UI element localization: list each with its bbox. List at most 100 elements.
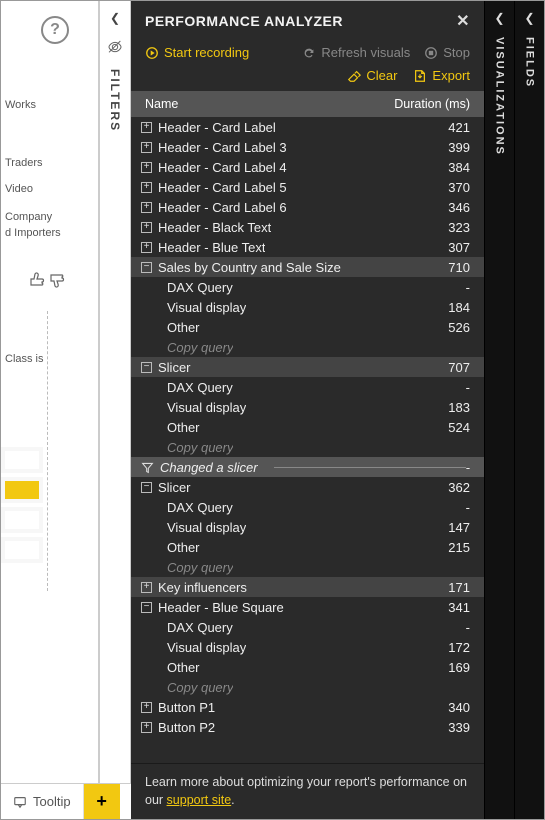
row-name: Header - Card Label 3 — [158, 140, 287, 155]
row-duration: 370 — [448, 180, 470, 195]
table-row[interactable]: DAX Query- — [131, 377, 484, 397]
chevron-left-icon[interactable]: ❮ — [524, 11, 534, 25]
row-name: Visual display — [167, 400, 246, 415]
table-row[interactable]: +Button P2339 — [131, 717, 484, 737]
table-row[interactable]: Other524 — [131, 417, 484, 437]
fields-pane[interactable]: ❮ FIELDS — [514, 1, 544, 819]
results-list[interactable]: +Header - Card Label421+Header - Card La… — [131, 117, 484, 763]
table-row[interactable]: +Key influencers171 — [131, 577, 484, 597]
row-duration: 340 — [448, 700, 470, 715]
thumbnail — [5, 481, 39, 499]
filter-icon — [141, 461, 154, 474]
visualizations-pane[interactable]: ❮ VISUALIZATIONS — [484, 1, 514, 819]
table-row[interactable]: Visual display183 — [131, 397, 484, 417]
expand-icon[interactable]: + — [141, 162, 152, 173]
close-icon[interactable]: ✕ — [456, 11, 470, 31]
export-button[interactable]: Export — [413, 68, 470, 83]
canvas-label: Video — [5, 183, 33, 195]
expand-icon[interactable]: + — [141, 722, 152, 733]
row-duration: 384 — [448, 160, 470, 175]
canvas-label: Class is — [5, 353, 44, 365]
add-page-button[interactable]: + — [84, 784, 120, 819]
expand-icon[interactable]: + — [141, 222, 152, 233]
eye-icon — [107, 39, 123, 55]
expand-icon[interactable]: + — [141, 242, 152, 253]
thumbs-icons[interactable] — [27, 271, 67, 289]
col-name: Name — [145, 97, 178, 111]
row-name: DAX Query — [167, 620, 233, 635]
table-row[interactable]: Other169 — [131, 657, 484, 677]
table-row[interactable]: +Header - Black Text323 — [131, 217, 484, 237]
refresh-visuals-button[interactable]: Refresh visuals — [302, 45, 410, 60]
table-row[interactable]: Copy query — [131, 337, 484, 357]
row-duration: 147 — [448, 520, 470, 535]
table-row[interactable]: Other215 — [131, 537, 484, 557]
table-row[interactable]: DAX Query- — [131, 617, 484, 637]
table-row[interactable]: DAX Query- — [131, 277, 484, 297]
collapse-icon[interactable]: − — [141, 362, 152, 373]
record-icon — [145, 46, 159, 60]
table-row[interactable]: + Header - Card Label 4 384 — [131, 157, 484, 177]
expand-icon[interactable]: + — [141, 582, 152, 593]
row-name: Copy query — [167, 560, 233, 575]
stop-button[interactable]: Stop — [424, 45, 470, 60]
row-duration: 399 — [448, 140, 470, 155]
table-row[interactable]: +Button P1340 — [131, 697, 484, 717]
table-row[interactable]: +Header - Card Label 5370 — [131, 177, 484, 197]
table-row[interactable]: Visual display 147 — [131, 517, 484, 537]
row-duration: 710 — [448, 260, 470, 275]
table-row[interactable]: +Header - Card Label421 — [131, 117, 484, 137]
expand-icon[interactable]: + — [141, 202, 152, 213]
row-duration: 346 — [448, 200, 470, 215]
row-duration: - — [466, 500, 470, 515]
stop-icon — [424, 46, 438, 60]
table-row[interactable]: −Slicer707 — [131, 357, 484, 377]
row-duration: - — [466, 460, 470, 475]
row-name: Visual display — [167, 300, 246, 315]
table-row[interactable]: DAX Query - — [131, 497, 484, 517]
row-duration: 184 — [448, 300, 470, 315]
refresh-icon — [302, 46, 316, 60]
table-row[interactable]: Changed a slicer- — [131, 457, 484, 477]
clear-button[interactable]: Clear — [347, 68, 397, 83]
support-link[interactable]: support site — [167, 793, 232, 807]
row-duration: - — [466, 380, 470, 395]
collapse-icon[interactable]: − — [141, 482, 152, 493]
table-row[interactable]: Other526 — [131, 317, 484, 337]
expand-icon[interactable]: + — [141, 702, 152, 713]
row-name: Visual display — [167, 520, 246, 535]
expand-icon[interactable]: + — [141, 122, 152, 133]
row-duration: - — [466, 280, 470, 295]
table-row[interactable]: +Header - Blue Text307 — [131, 237, 484, 257]
table-header: Name Duration (ms) — [131, 91, 484, 117]
table-row[interactable]: Copy query — [131, 437, 484, 457]
row-name: Header - Black Text — [158, 220, 271, 235]
filters-pane[interactable]: ❮ FILTERS — [99, 1, 131, 819]
thumbnail — [5, 451, 39, 469]
row-name: Other — [167, 420, 200, 435]
table-row[interactable]: −Sales by Country and Sale Size710 — [131, 257, 484, 277]
collapse-icon[interactable]: − — [141, 262, 152, 273]
row-duration: 339 — [448, 720, 470, 735]
expand-icon[interactable]: + — [141, 182, 152, 193]
table-row[interactable]: −Header - Blue Square341 — [131, 597, 484, 617]
help-icon[interactable]: ? — [41, 16, 69, 44]
expand-icon[interactable]: + — [141, 142, 152, 153]
row-name: Copy query — [167, 440, 233, 455]
table-row[interactable]: Copy query — [131, 557, 484, 577]
chevron-left-icon[interactable]: ❮ — [110, 11, 120, 25]
footer: Learn more about optimizing your report'… — [131, 763, 484, 819]
row-name: Header - Card Label 4 — [158, 160, 287, 175]
table-row[interactable]: +Header - Card Label 6346 — [131, 197, 484, 217]
table-row[interactable]: −Slicer362 — [131, 477, 484, 497]
table-row[interactable]: + Header - Card Label 3 399 — [131, 137, 484, 157]
collapse-icon[interactable]: − — [141, 602, 152, 613]
chevron-left-icon[interactable]: ❮ — [494, 11, 504, 25]
tooltip-tab[interactable]: Tooltip — [1, 784, 84, 819]
table-row[interactable]: Visual display172 — [131, 637, 484, 657]
table-row[interactable]: Copy query — [131, 677, 484, 697]
row-name: Header - Blue Text — [158, 240, 265, 255]
row-name: DAX Query — [167, 500, 233, 515]
start-recording-button[interactable]: Start recording — [145, 45, 249, 60]
table-row[interactable]: Visual display 184 — [131, 297, 484, 317]
